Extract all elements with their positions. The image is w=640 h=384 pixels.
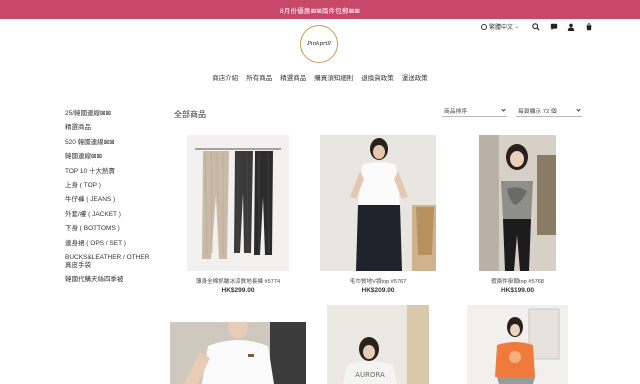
nav-item-about[interactable]: 商店介紹 [211, 72, 239, 82]
nav-item-return-policy[interactable]: 退換貨政策 [360, 72, 395, 82]
product-price: HK$299.00 [221, 287, 255, 294]
chevron-down-icon: ⌄ [515, 23, 520, 30]
svg-text:AURORA: AURORA [355, 371, 385, 379]
sidebar-item-line-1: BUCKS&LEATHER / OTHER [65, 253, 150, 261]
chevron-down-icon [501, 107, 506, 112]
announcement-text: 8月份優惠⊠⊠兩件包郵⊠⊠ [279, 7, 360, 15]
product-image[interactable] [467, 305, 568, 384]
product-card[interactable]: 假兩件掛頸top #5768 HK$199.00 [479, 135, 556, 300]
language-label: 繁體中文 [489, 25, 514, 31]
sidebar-item[interactable]: 25/韓國連線⊠⊠ [65, 110, 155, 118]
product-image[interactable] [170, 322, 306, 384]
account-icon[interactable] [566, 22, 575, 31]
product-price: HK$199.00 [501, 287, 534, 294]
logo-text: Pinkprill [307, 41, 331, 47]
product-image[interactable] [320, 135, 436, 271]
per-page-dropdown[interactable]: 每頁顯示 72 個 [516, 105, 582, 117]
product-image[interactable]: AURORA [327, 305, 429, 384]
product-name[interactable]: 毛巾質地V領top #5767 [320, 277, 436, 285]
product-image[interactable] [187, 135, 289, 271]
globe-icon [481, 23, 487, 30]
nav-item-featured[interactable]: 精選商品 [279, 72, 307, 82]
per-page-label: 每頁顯示 72 個 [518, 109, 557, 115]
nav-item-all-products[interactable]: 所有商品 [245, 72, 273, 82]
sidebar-item[interactable]: 下身 ( BOTTOMS ) [65, 225, 155, 233]
sidebar-item-line-2: 真皮手袋 [65, 261, 91, 269]
product-card[interactable]: 毛巾質地V領top #5767 HK$209.00 [320, 135, 436, 300]
product-price: HK$209.00 [361, 287, 395, 294]
sidebar-item[interactable]: 牛仔褲 ( JEANS ) [65, 196, 155, 204]
page-title: 全部商品 [174, 110, 206, 119]
product-card[interactable]: 薄身全棉抓皺冰涼質地長褲 #5774 HK$299.00 [187, 135, 289, 300]
chevron-down-icon [576, 107, 581, 112]
product-card[interactable] [170, 322, 306, 384]
product-card[interactable]: AURORA [327, 305, 429, 384]
sort-dropdown[interactable]: 商品排序 [442, 105, 507, 117]
product-name[interactable]: 假兩件掛頸top #5768 [479, 277, 556, 285]
product-image[interactable] [479, 135, 556, 271]
sidebar-item[interactable]: 精選商品 [65, 124, 155, 132]
sidebar-item[interactable]: 韓國代購天絲四季被 [65, 276, 155, 284]
chat-icon[interactable] [549, 22, 558, 31]
cart-icon[interactable] [584, 22, 593, 31]
product-name[interactable]: 薄身全棉抓皺冰涼質地長褲 #5774 [187, 277, 289, 285]
language-selector[interactable]: 繁體中文 ⌄ [481, 22, 519, 31]
sidebar-item[interactable]: 520 韓國連線⊠⊠ [65, 139, 155, 147]
store-logo[interactable]: Pinkprill [300, 25, 338, 63]
announcement-bar: 8月份優惠⊠⊠兩件包郵⊠⊠ [0, 0, 640, 19]
sidebar-item[interactable]: 連身裙 ( OPS / SET ) [65, 240, 155, 248]
sidebar-item[interactable]: 外套/褸 ( JACKET ) [65, 211, 155, 219]
product-card[interactable] [467, 305, 568, 384]
sidebar-item[interactable]: BUCKS&LEATHER / OTHER 真皮手袋 [65, 254, 155, 270]
sidebar-item[interactable]: 韓國連線⊠⊠ [65, 153, 155, 161]
sort-label: 商品排序 [444, 109, 468, 115]
main-nav: 商店介紹 所有商品 精選商品 購買須知細則 退換貨政策 運送政策 [0, 72, 640, 82]
sidebar-item[interactable]: TOP 10 十大熱賣 [65, 168, 155, 176]
nav-item-purchase-terms[interactable]: 購買須知細則 [313, 72, 354, 82]
sidebar-item[interactable]: 上身 ( TOP ) [65, 182, 155, 190]
nav-item-shipping-policy[interactable]: 運送政策 [401, 72, 429, 82]
category-sidebar: 25/韓國連線⊠⊠ 精選商品 520 韓國連線⊠⊠ 韓國連線⊠⊠ TOP 10 … [65, 110, 155, 290]
search-icon[interactable] [531, 22, 540, 31]
